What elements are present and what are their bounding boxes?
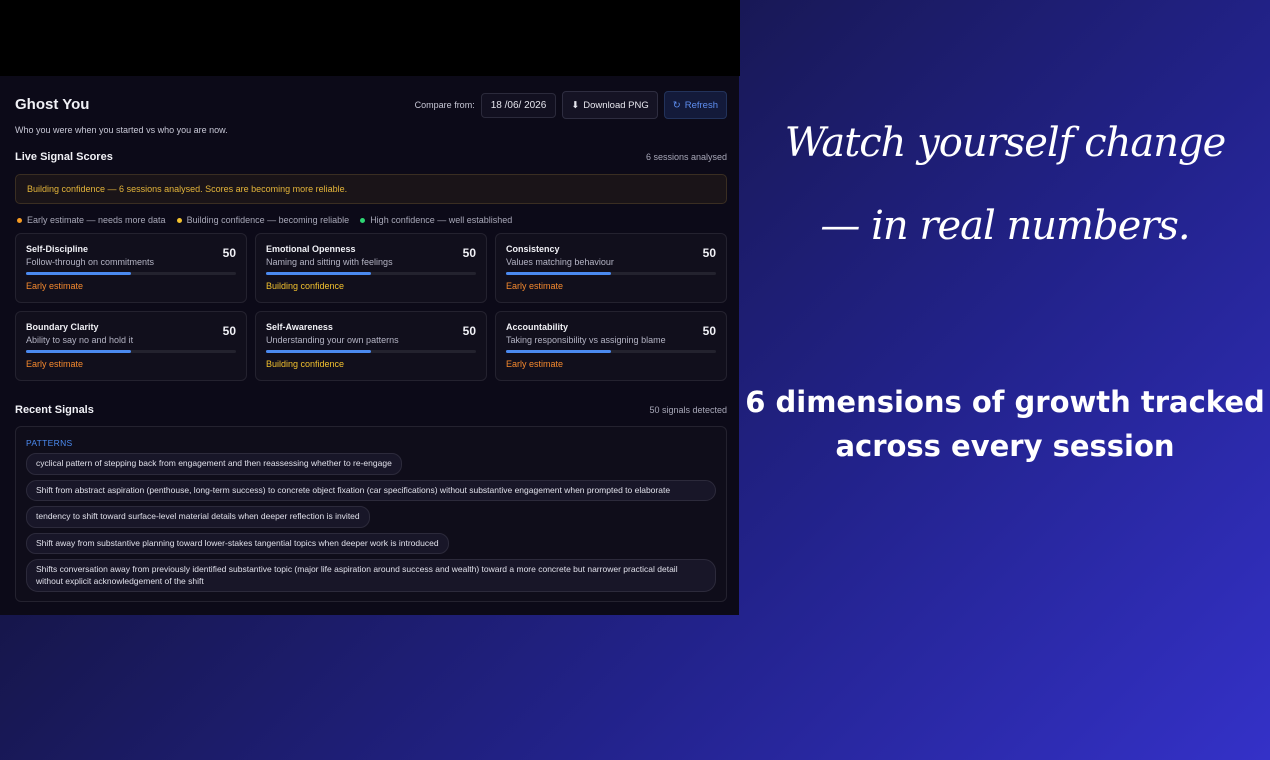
score-bar-fill — [26, 350, 131, 353]
pattern-chip-list: cyclical pattern of stepping back from e… — [26, 453, 716, 592]
sessions-count: 6 sessions analysed — [645, 152, 727, 162]
header-controls: Compare from: 18 /06/ 2026 ⬇ Download PN… — [415, 91, 727, 119]
card-score: 50 — [462, 246, 476, 260]
page-subtitle: Who you were when you started vs who you… — [15, 125, 228, 135]
score-card-accountability: Accountability Taking responsibility vs … — [495, 311, 727, 381]
download-button-label: Download PNG — [583, 99, 649, 111]
score-bar-fill — [26, 272, 131, 275]
score-bar-track — [26, 350, 236, 353]
compare-label: Compare from: — [414, 100, 475, 110]
headline-line-1: Watch yourself change — [784, 120, 1227, 166]
card-score: 50 — [702, 246, 716, 260]
pattern-chip: cyclical pattern of stepping back from e… — [26, 453, 402, 475]
card-status: Early estimate — [506, 281, 564, 291]
score-cards-grid: Self-Discipline Follow-through on commit… — [15, 233, 727, 381]
tagline: 6 dimensions of growth tracked across ev… — [740, 380, 1270, 468]
card-description: Ability to say no and hold it — [26, 335, 134, 345]
legend-item-building: Building confidence — becoming reliable — [176, 215, 350, 225]
card-score: 50 — [462, 324, 476, 338]
confidence-legend: Early estimate — needs more data Buildin… — [15, 215, 727, 225]
marketing-copy: Watch yourself change — in real numbers.… — [740, 0, 1270, 760]
legend-item-high: High confidence — well established — [360, 215, 512, 225]
card-score: 50 — [222, 324, 236, 338]
headline-line-2: — in real numbers. — [820, 203, 1190, 249]
card-status: Early estimate — [506, 359, 564, 369]
scores-title: Live Signal Scores — [15, 151, 113, 163]
score-card-self-awareness: Self-Awareness Understanding your own pa… — [255, 311, 487, 381]
card-name: Consistency — [506, 244, 560, 254]
legend-dot-building — [176, 217, 182, 223]
score-bar-track — [26, 272, 236, 275]
card-description: Follow-through on commitments — [26, 257, 155, 267]
download-png-button[interactable]: ⬇ Download PNG — [562, 91, 658, 119]
card-name: Self-Discipline — [26, 244, 89, 254]
tagline-line-2: across every session — [835, 429, 1175, 463]
score-bar-track — [266, 272, 476, 275]
card-status: Early estimate — [26, 359, 84, 369]
score-card-self-discipline: Self-Discipline Follow-through on commit… — [15, 233, 247, 303]
panel-header: Ghost You Who you were when you started … — [15, 76, 727, 135]
card-name: Emotional Openness — [266, 244, 356, 254]
card-name: Self-Awareness — [266, 322, 333, 332]
page-title: Ghost You — [15, 96, 90, 113]
score-bar-track — [506, 272, 716, 275]
score-bar-track — [506, 350, 716, 353]
confidence-banner: Building confidence — 6 sessions analyse… — [15, 174, 727, 204]
card-description: Naming and sitting with feelings — [266, 257, 393, 267]
score-bar-fill — [506, 272, 611, 275]
pattern-chip: Shifts conversation away from previously… — [26, 559, 716, 592]
legend-label-high: High confidence — well established — [370, 215, 513, 225]
legend-label-early: Early estimate — needs more data — [27, 215, 166, 225]
card-description: Values matching behaviour — [506, 257, 614, 267]
signals-box: PATTERNS cyclical pattern of stepping ba… — [15, 426, 727, 602]
score-card-consistency: Consistency Values matching behaviour 50… — [495, 233, 727, 303]
legend-item-early: Early estimate — needs more data — [17, 215, 166, 225]
card-name: Accountability — [506, 322, 569, 332]
compare-date-input[interactable]: 18 /06/ 2026 — [480, 92, 557, 118]
card-description: Understanding your own patterns — [266, 335, 399, 345]
patterns-label: PATTERNS — [26, 438, 73, 448]
signals-section-header: Recent Signals 50 signals detected — [15, 404, 727, 416]
download-arrow-icon: ⬇ — [571, 99, 580, 111]
signals-count: 50 signals detected — [649, 405, 727, 415]
score-card-boundary-clarity: Boundary Clarity Ability to say no and h… — [15, 311, 247, 381]
card-status: Building confidence — [266, 359, 345, 369]
score-bar-fill — [266, 272, 371, 275]
legend-dot-early — [17, 217, 22, 223]
legend-dot-high — [360, 217, 366, 223]
card-score: 50 — [702, 324, 716, 338]
score-bar-fill — [266, 350, 371, 353]
refresh-button[interactable]: ↻ Refresh — [663, 91, 727, 119]
pattern-chip: Shift away from substantive planning tow… — [26, 532, 449, 554]
card-score: 50 — [222, 246, 236, 260]
card-status: Early estimate — [26, 281, 84, 291]
card-status: Building confidence — [266, 281, 345, 291]
score-card-emotional-openness: Emotional Openness Naming and sitting wi… — [255, 233, 487, 303]
card-name: Boundary Clarity — [26, 322, 99, 332]
ghost-you-panel: Ghost You Who you were when you started … — [0, 76, 739, 615]
score-bar-track — [266, 350, 476, 353]
signals-title: Recent Signals — [15, 404, 94, 416]
top-black-band — [0, 0, 740, 76]
refresh-icon: ↻ — [672, 99, 681, 111]
legend-label-building: Building confidence — becoming reliable — [186, 215, 350, 225]
refresh-button-label: Refresh — [684, 99, 718, 111]
score-bar-fill — [506, 350, 611, 353]
pattern-chip: Shift from abstract aspiration (penthous… — [26, 479, 716, 501]
scores-section-header: Live Signal Scores 6 sessions analysed — [15, 151, 727, 163]
card-description: Taking responsibility vs assigning blame — [506, 335, 666, 345]
tagline-line-1: 6 dimensions of growth tracked — [745, 385, 1265, 419]
pattern-chip: tendency to shift toward surface-level m… — [26, 506, 370, 528]
